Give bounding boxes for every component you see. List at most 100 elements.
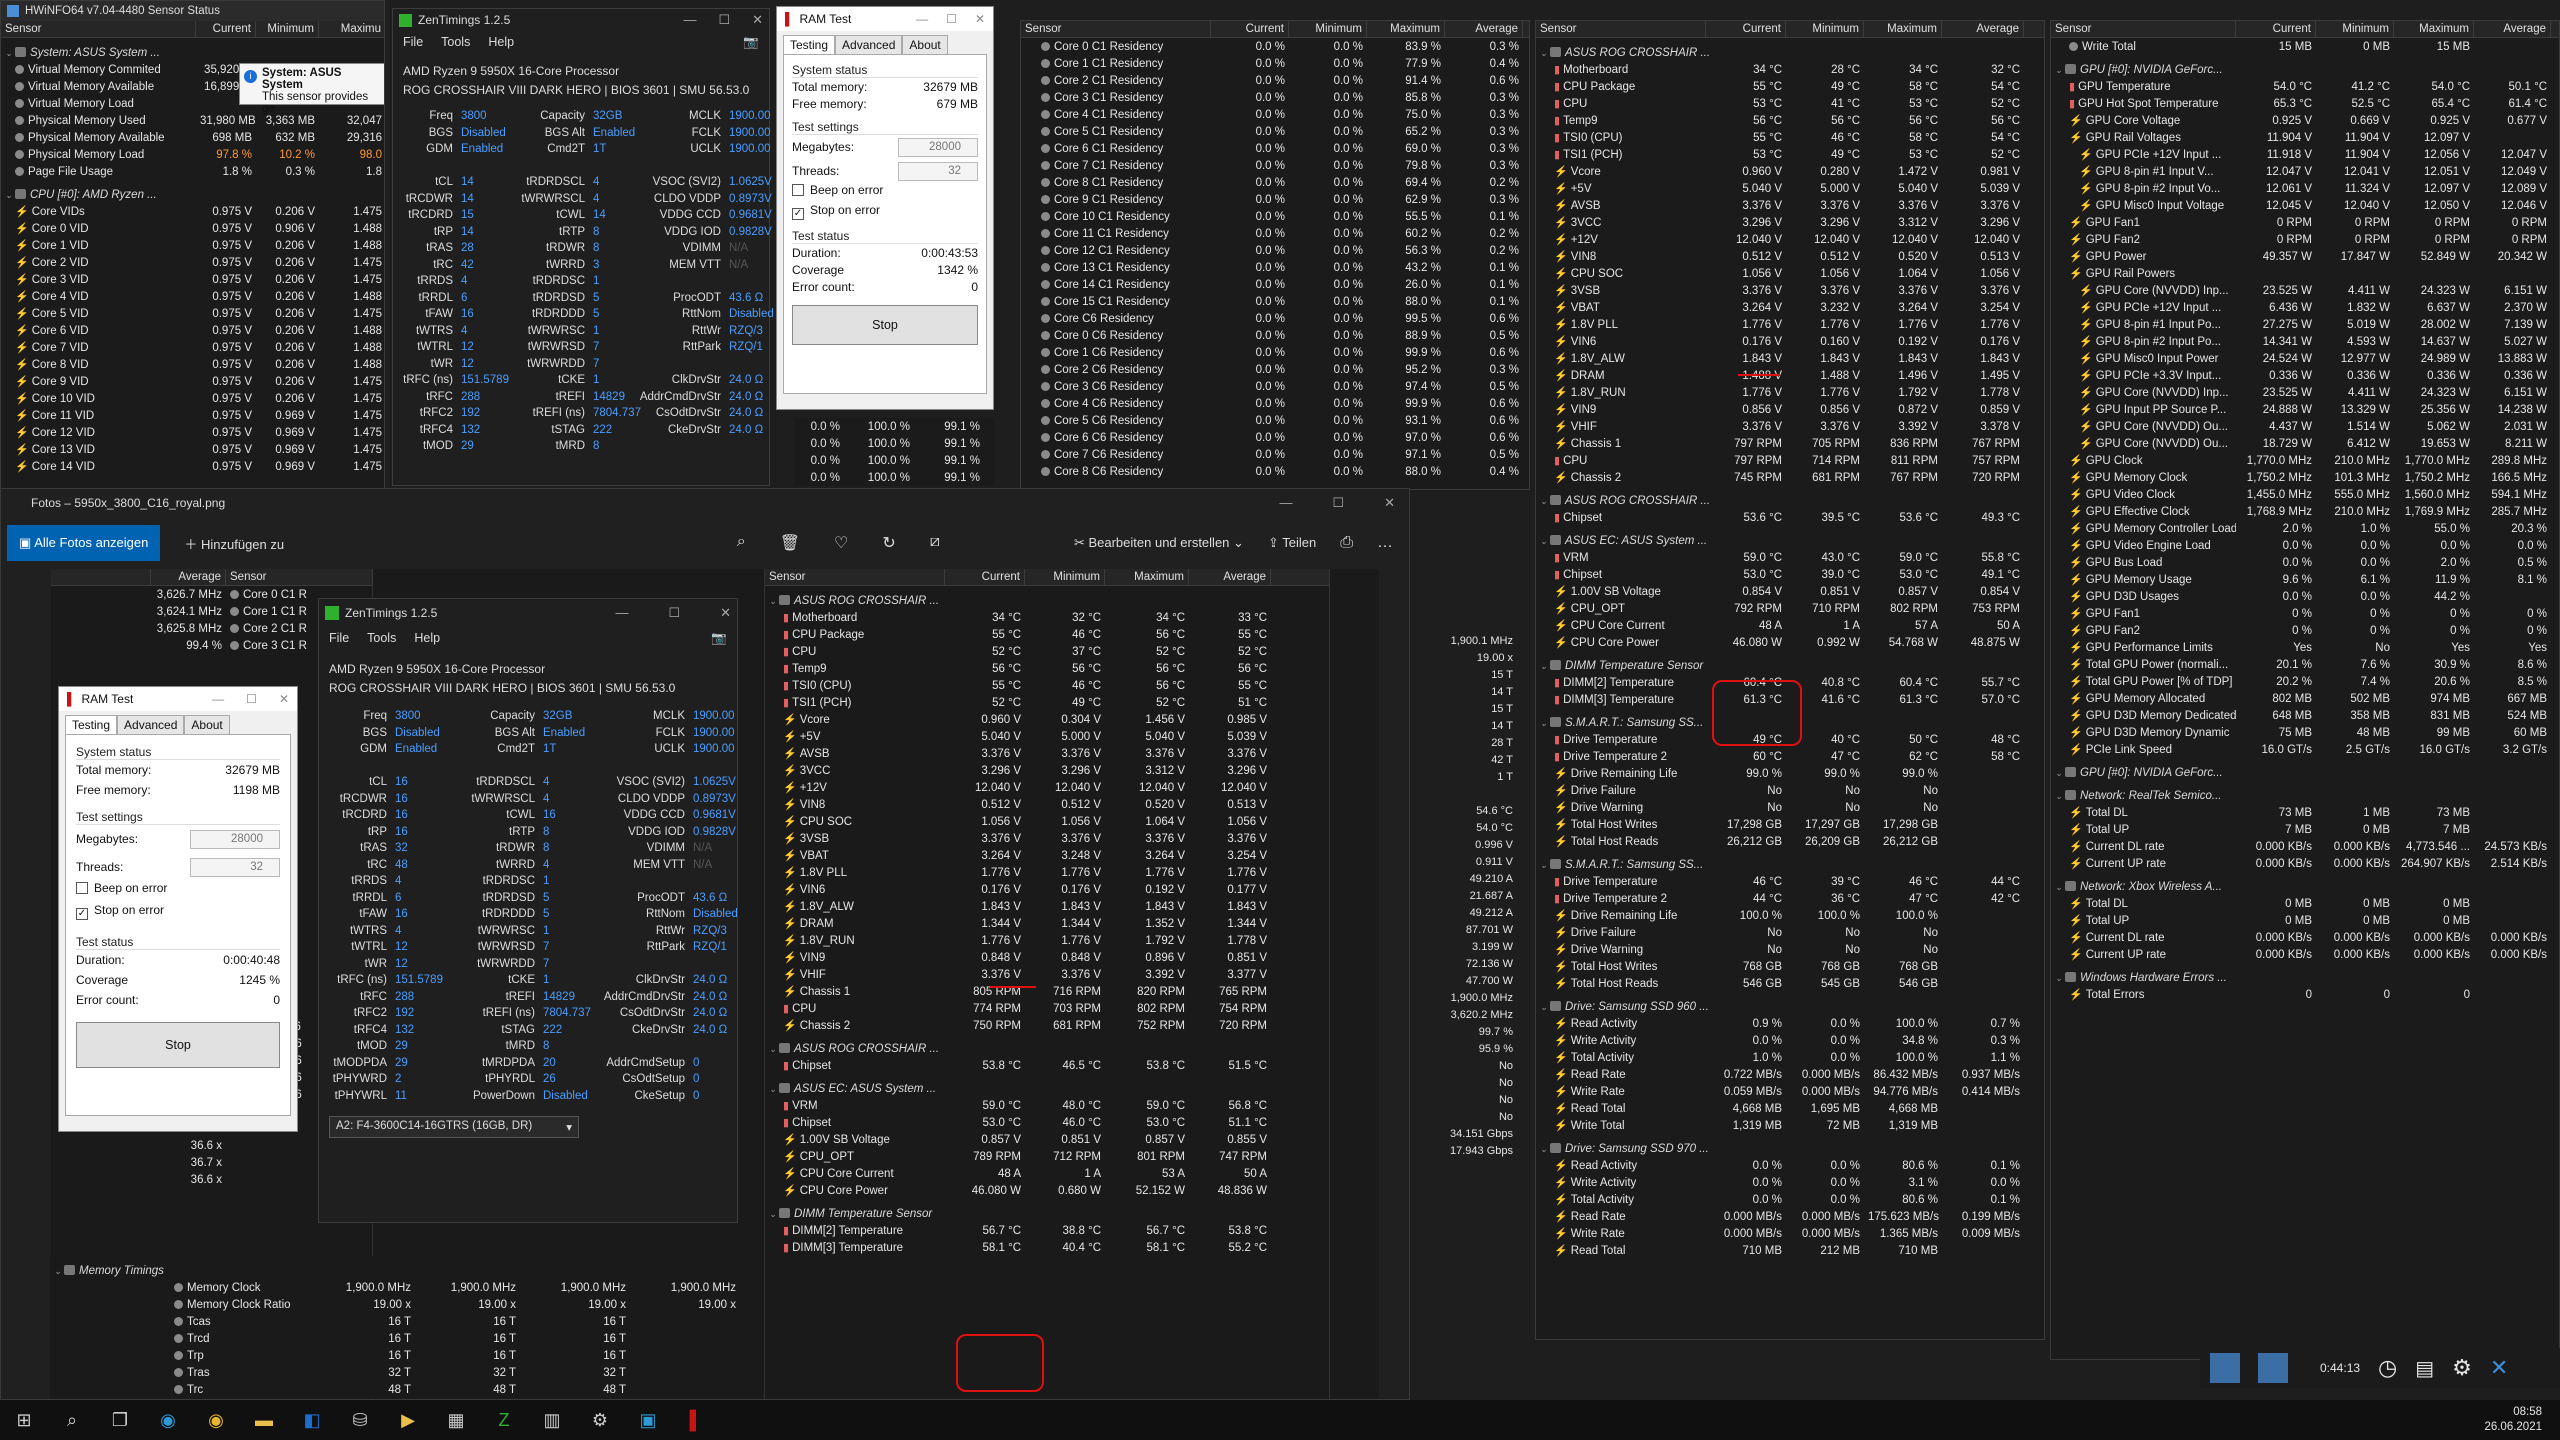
- collapse-icon[interactable]: ⌄: [1540, 860, 1550, 871]
- collapse-icon[interactable]: ⌄: [1540, 536, 1550, 547]
- sensor-row[interactable]: Tcas 16 T 16 T 16 T: [50, 1313, 740, 1330]
- sensor-row[interactable]: ⚡ Total Host Reads 26,212 GB 26,209 GB 26,21…: [1536, 833, 2044, 850]
- sensor-row[interactable]: ⚡ AVSB 3.376 V 3.376 V 3.376 V 3.376 V: [765, 745, 1329, 762]
- collapse-icon[interactable]: ⌄: [1540, 718, 1550, 729]
- sensor-row[interactable]: ⚡ Drive Warning No No No: [1536, 941, 2044, 958]
- ryzen-master-icon[interactable]: ▥: [528, 1400, 576, 1440]
- sensor-row[interactable]: ▮ Chipset 53.6 °C 39.5 °C 53.6 °C 49.3 °C: [1536, 509, 2044, 526]
- sensor-row[interactable]: ▮ DIMM[3] Temperature 58.1 °C 40.4 °C 58.1 °…: [765, 1239, 1329, 1256]
- close-x-icon[interactable]: ✕: [2490, 1355, 2508, 1381]
- sensor-row[interactable]: Core 4 C6 Residency 0.0 % 0.0 % 99.9 % 0.6 %: [1021, 395, 1529, 412]
- sensor-row[interactable]: ⚡ Core 11 VID 0.975 V 0.969 V 1.475: [1, 407, 384, 424]
- sensor-row[interactable]: ⚡ CPU Core Current 48 A1 A 57 A 50 A: [1536, 617, 2044, 634]
- sensor-row[interactable]: ▮ VRM 59.0 °C 48.0 °C 59.0 °C 56.8 °C: [765, 1097, 1329, 1114]
- sensor-row[interactable]: ▮ Chipset 53.8 °C 46.5 °C 53.8 °C 51.5 °C: [765, 1057, 1329, 1074]
- sensor-row[interactable]: ▮ Drive Temperature 2 60 °C 47 °C 62 °C 58 °C: [1536, 748, 2044, 765]
- menu-tools[interactable]: Tools: [441, 35, 470, 50]
- sensor-row[interactable]: ⚡ 3VCC 3.296 V 3.296 V 3.312 V 3.296 V: [1536, 214, 2044, 231]
- collapse-icon[interactable]: ⌄: [1540, 661, 1550, 672]
- maximize-icon[interactable]: ☐: [1332, 495, 1344, 511]
- sensor-group-header[interactable]: ⌄ DIMM Temperature Sensor: [765, 1205, 1329, 1222]
- delete-icon[interactable]: 🗑: [780, 533, 800, 553]
- sensor-row[interactable]: ⚡ GPU PCIe +12V Input ... 11.918 V 11.904 V…: [2051, 146, 2559, 163]
- sensor-row[interactable]: Memory Clock 1,900.0 MHz 1,900.0 MHz 1,900.…: [50, 1279, 740, 1296]
- maximize-icon[interactable]: ☐: [718, 12, 730, 28]
- sensor-row[interactable]: ⚡ 1.8V_ALW 1.843 V 1.843 V 1.843 V 1.843 V: [765, 898, 1329, 915]
- sensor-row[interactable]: 0.0 % 100.0 % 99.1 %: [794, 418, 994, 435]
- sensor-row[interactable]: ⚡ Drive Warning No No No: [1536, 799, 2044, 816]
- sensor-row[interactable]: ⚡ GPU D3D Memory Dynamic 75 MB 48 MB 99 MB 60…: [2051, 724, 2559, 741]
- hwinfo-titlebar[interactable]: HWiNFO64 v7.04-4480 Sensor Status: [1, 1, 384, 21]
- sensor-row[interactable]: ▮ Motherboard 34 °C 28 °C 34 °C 32 °C: [1536, 61, 2044, 78]
- sensor-row[interactable]: ⚡ Total Host Writes 17,298 GB 17,297 GB 17,2…: [1536, 816, 2044, 833]
- sensor-row[interactable]: ⚡ GPU Core (NVVDD) Ou... 4.437 W 1.514 W 5.0…: [2051, 418, 2559, 435]
- sensor-row[interactable]: Core C6 Residency 0.0 % 0.0 % 99.5 % 0.6 %: [1021, 310, 1529, 327]
- col-minimum[interactable]: Minimum: [1289, 21, 1367, 37]
- sensor-row[interactable]: Core 4 C1 Residency 0.0 % 0.0 % 75.0 % 0.3 %: [1021, 106, 1529, 123]
- sensor-row[interactable]: ⚡ Current DL rate 0.000 KB/s 0.000 KB/s 0.00…: [2051, 929, 2559, 946]
- sensor-row[interactable]: ▮ TSI1 (PCH) 52 °C 49 °C 52 °C 51 °C: [765, 694, 1329, 711]
- sensor-row[interactable]: ⚡ Core 0 VID 0.975 V 0.906 V 1.488: [1, 220, 384, 237]
- sensor-row[interactable]: ⚡ 1.8V PLL 1.776 V 1.776 V 1.776 V 1.776 V: [765, 864, 1329, 881]
- sensor-row[interactable]: ⚡ Read Total 710 MB 212 MB 710 MB: [1536, 1242, 2044, 1259]
- print-icon[interactable]: ⎙: [1340, 534, 1353, 552]
- collapse-icon[interactable]: ⌄: [2055, 791, 2065, 802]
- collapse-icon[interactable]: ⌄: [769, 1044, 779, 1055]
- sensor-row[interactable]: ▮ DIMM[2] Temperature 56.7 °C 38.8 °C 56.7 °…: [765, 1222, 1329, 1239]
- sensor-row[interactable]: Core 1 C1 Residency 0.0 % 0.0 % 77.9 % 0.4 %: [1021, 55, 1529, 72]
- sensor-row[interactable]: Core 5 C6 Residency 0.0 % 0.0 % 93.1 % 0.6 %: [1021, 412, 1529, 429]
- sensor-row[interactable]: ⚡ Total GPU Power (normali... 20.1 % 7.6 % 3…: [2051, 656, 2559, 673]
- threads-input[interactable]: 32: [898, 161, 978, 181]
- sensor-row[interactable]: ⚡ Chassis 1 805 RPM 716 RPM 820 RPM 765 RPM: [765, 983, 1329, 1000]
- collapse-icon[interactable]: ⌄: [1540, 496, 1550, 507]
- tray-time[interactable]: 08:58: [2513, 1405, 2542, 1420]
- sensor-group-header[interactable]: ⌄ Network: Xbox Wireless A...: [2051, 878, 2559, 895]
- share-button[interactable]: ⇪ Teilen: [1268, 535, 1316, 551]
- sensor-row[interactable]: ⚡ CPU_OPT 792 RPM 710 RPM 802 RPM 753 RPM: [1536, 600, 2044, 617]
- col-minimum[interactable]: Minimum: [256, 21, 319, 37]
- sensor-row[interactable]: ⚡ GPU 8-pin #2 Input Vo... 12.061 V 11.324 …: [2051, 180, 2559, 197]
- sensor-row[interactable]: ⚡ Core 10 VID 0.975 V 0.206 V 1.475: [1, 390, 384, 407]
- sensor-row[interactable]: ⚡ Total DL 73 MB 1 MB 73 MB: [2051, 804, 2559, 821]
- ram1-titlebar[interactable]: ▌ RAM Test — ☐ ✕: [777, 7, 993, 31]
- sensor-row[interactable]: ⚡ CPU Core Power 46.080 W 0.680 W 52.152 W 48…: [765, 1182, 1329, 1199]
- sensor-row[interactable]: ⚡ GPU Power 49.357 W 17.847 W 52.849 W 20.342…: [2051, 248, 2559, 265]
- col-current[interactable]: Current: [1706, 21, 1786, 37]
- sensor-row[interactable]: ⚡ VIN9 0.848 V 0.848 V 0.896 V 0.851 V: [765, 949, 1329, 966]
- sensor-group-header[interactable]: ⌄ ASUS ROG CROSSHAIR ...: [765, 592, 1329, 609]
- sensor-group-header[interactable]: ⌄ ASUS EC: ASUS System ...: [1536, 532, 2044, 549]
- sensor-row[interactable]: ⚡ 1.00V SB Voltage 0.857 V 0.851 V 0.857 V 0.…: [765, 1131, 1329, 1148]
- sensor-group-header[interactable]: ⌄ ASUS EC: ASUS System ...: [765, 1080, 1329, 1097]
- maximize-icon[interactable]: ☐: [946, 12, 957, 26]
- sensor-row[interactable]: 0.0 % 100.0 % 99.1 %: [794, 452, 994, 469]
- zen1-titlebar[interactable]: ZenTimings 1.2.5 — ☐ ✕: [393, 9, 769, 31]
- sensor-row[interactable]: ⚡ GPU Bus Load 0.0 % 0.0 % 2.0 % 0.5 %: [2051, 554, 2559, 571]
- sensor-row[interactable]: ⚡ Core 14 VID 0.975 V 0.969 V 1.475: [1, 458, 384, 475]
- sensor-row[interactable]: ⚡ GPU Rail Powers: [2051, 265, 2559, 282]
- sensor-row[interactable]: ⚡ Core 12 VID 0.975 V 0.969 V 1.475: [1, 424, 384, 441]
- sensor-row[interactable]: Page File Usage 1.8 % 0.3 % 1.8: [1, 163, 384, 180]
- sensor-row[interactable]: ⚡ Core 3 VID 0.975 V 0.206 V 1.475: [1, 271, 384, 288]
- sensor-row[interactable]: ⚡ Read Total 4,668 MB 1,695 MB 4,668 MB: [1536, 1100, 2044, 1117]
- hwinfo-left-header[interactable]: Sensor Current Minimum Maximu: [1, 21, 384, 38]
- sensor-row[interactable]: ⚡ +5V 5.040 V 5.000 V 5.040 V 5.039 V: [1536, 180, 2044, 197]
- sensor-group-header[interactable]: ⌄ ASUS ROG CROSSHAIR ...: [1536, 44, 2044, 61]
- sensor-row[interactable]: ⚡ Total UP 7 MB 0 MB 7 MB: [2051, 821, 2559, 838]
- collapse-icon[interactable]: ⌄: [769, 1084, 779, 1095]
- sensor-row[interactable]: ⚡ Drive Failure No No No: [1536, 782, 2044, 799]
- sensor-row[interactable]: ▮ TSI0 (CPU) 55 °C 46 °C 56 °C 55 °C: [765, 677, 1329, 694]
- sensor-row[interactable]: ⚡ 1.8V_RUN 1.776 V 1.776 V 1.792 V 1.778 V: [765, 932, 1329, 949]
- sensor-row[interactable]: ⚡ Chassis 2 745 RPM 681 RPM 767 RPM 720 RPM: [1536, 469, 2044, 486]
- sensor-row[interactable]: Core 15 C1 Residency 0.0 % 0.0 % 88.0 % 0.1 …: [1021, 293, 1529, 310]
- sensor-row[interactable]: ⚡ GPU Core (NVVDD) Inp... 23.525 W 4.411 W2…: [2051, 384, 2559, 401]
- sensor-group-header[interactable]: ⌄ Memory Timings: [50, 1262, 740, 1279]
- compare-icon[interactable]: [2210, 1353, 2240, 1383]
- zoom-icon[interactable]: ⌕: [737, 533, 746, 553]
- sensor-group-header[interactable]: ⌄ DIMM Temperature Sensor: [1536, 657, 2044, 674]
- sensor-row[interactable]: ⚡ GPU Performance Limits Yes No Yes Yes: [2051, 639, 2559, 656]
- sensor-row[interactable]: ▮ TSI0 (CPU) 55 °C 46 °C 58 °C 54 °C: [1536, 129, 2044, 146]
- zentimings-task-icon[interactable]: Z: [480, 1400, 528, 1440]
- sensor-row[interactable]: ⚡ GPU Misc0 Input Power 24.524 W 12.977 W 24…: [2051, 350, 2559, 367]
- all-photos-button[interactable]: ▣ Alle Fotos anzeigen: [7, 525, 161, 561]
- sensor-row[interactable]: Core 14 C1 Residency 0.0 % 0.0 % 26.0 % 0.1 …: [1021, 276, 1529, 293]
